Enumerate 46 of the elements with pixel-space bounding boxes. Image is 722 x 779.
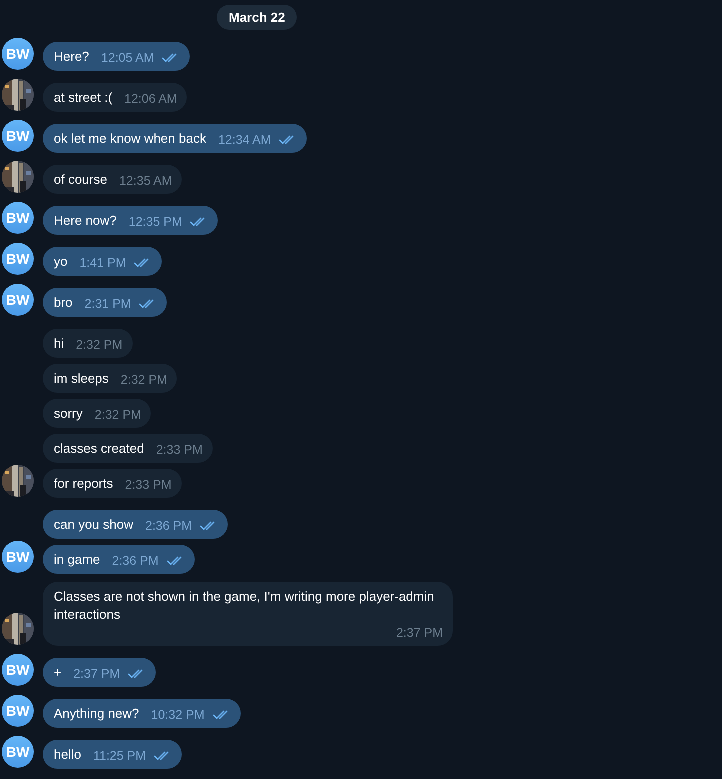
message-time: 10:32 PM [151, 707, 205, 724]
message-time: 11:25 PM [93, 748, 146, 765]
message-text: of course [54, 171, 108, 189]
message-text: at street :( [54, 89, 113, 107]
message-time: 2:31 PM [84, 296, 132, 313]
message-text: classes created [54, 440, 144, 458]
message-text: Classes are not shown in the game, I'm writing more player-admin interactions [54, 588, 436, 624]
message-text: Anything new? [54, 705, 140, 723]
message-time: 12:06 AM [124, 91, 178, 108]
message-time: 2:32 PM [94, 407, 142, 424]
avatar[interactable]: BW [2, 120, 34, 152]
message-text: bro [54, 294, 73, 312]
message-time: 2:32 PM [76, 337, 123, 354]
message-text: for reports [54, 475, 114, 493]
avatar[interactable]: BW [2, 243, 34, 275]
message-text: hi [54, 335, 64, 353]
message-text: ok let me know when back [54, 130, 206, 148]
avatar[interactable]: BW [2, 38, 34, 70]
message-text: Here now? [54, 212, 117, 230]
message-time: 2:37 PM [396, 625, 443, 642]
message-text: can you show [54, 516, 134, 534]
message-time: 2:36 PM [112, 553, 159, 570]
avatar[interactable]: BW [2, 654, 34, 686]
message-time: 2:32 PM [120, 372, 168, 389]
message-time: 2:33 PM [156, 442, 203, 459]
avatar[interactable]: BW [2, 284, 34, 316]
message-time: 12:35 AM [119, 173, 172, 190]
message-text: Here? [54, 48, 90, 66]
date-label: March 22 [217, 5, 298, 30]
message-time: 2:36 PM [146, 518, 192, 535]
message-text: in game [54, 551, 100, 569]
message-text: + [54, 664, 62, 682]
message-text: hello [54, 746, 82, 764]
avatar[interactable]: BW [2, 736, 34, 768]
message-time: 12:34 AM [218, 132, 272, 149]
message-time: 1:41 PM [80, 255, 126, 272]
avatar[interactable]: BW [2, 202, 34, 234]
message-time: 12:05 AM [101, 50, 154, 67]
message-time: 12:35 PM [128, 214, 182, 231]
message-text: sorry [54, 405, 83, 423]
avatar[interactable]: BW [2, 695, 34, 727]
message-text: yo [54, 253, 68, 271]
avatar[interactable]: BW [2, 541, 34, 573]
message-time: 2:37 PM [74, 666, 120, 683]
message-text: im sleeps [54, 370, 109, 388]
message-time: 2:33 PM [125, 477, 172, 494]
